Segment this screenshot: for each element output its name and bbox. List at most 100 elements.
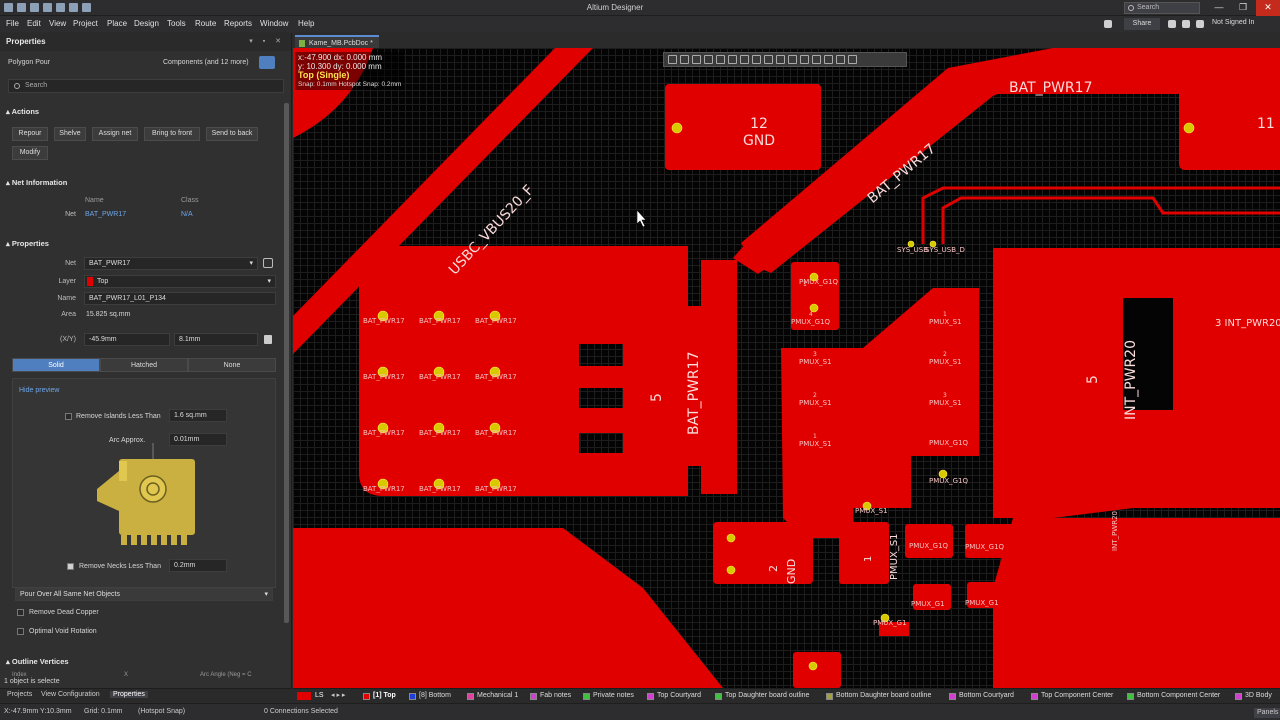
current-layer-swatch[interactable] xyxy=(297,692,311,700)
tab-view-configuration[interactable]: View Configuration xyxy=(38,691,103,698)
bring-to-front-button[interactable]: Bring to front xyxy=(144,127,200,141)
assign-net-button[interactable]: Assign net xyxy=(92,127,138,141)
panel-scrollbar[interactable] xyxy=(284,103,289,623)
menu-project[interactable]: Project xyxy=(73,19,98,28)
filter-icon[interactable] xyxy=(668,55,677,64)
pcb-canvas[interactable]: USBC_VBUS20_F BAT_PWR17 BAT_PWR17 12 GND… xyxy=(293,48,1280,688)
net-picker-icon[interactable] xyxy=(263,258,273,268)
menu-help[interactable]: Help xyxy=(298,19,314,28)
settings-gear-icon[interactable] xyxy=(1168,20,1176,28)
user-sign-in[interactable]: Not Signed In xyxy=(1212,19,1254,26)
menu-place[interactable]: Place xyxy=(107,19,127,28)
tab-projects[interactable]: Projects xyxy=(4,691,35,698)
fill-hatched-button[interactable]: Hatched xyxy=(100,358,188,372)
filter-icon[interactable] xyxy=(259,56,275,69)
dimension-icon[interactable] xyxy=(824,55,833,64)
document-tab-label: Kame_MB.PcbDoc * xyxy=(309,40,373,47)
layer-tab-fab-notes[interactable]: Fab notes xyxy=(530,692,571,700)
pad-number: 1 xyxy=(813,433,817,440)
remove-necks-checkbox[interactable] xyxy=(67,563,74,570)
name-field[interactable]: BAT_PWR17_L01_P134 xyxy=(84,292,276,305)
menu-design[interactable]: Design xyxy=(134,19,159,28)
shelve-button[interactable]: Shelve xyxy=(54,127,86,141)
int-side-label: 3 INT_PWR20 xyxy=(1215,318,1280,329)
repour-button[interactable]: Repour xyxy=(12,127,48,141)
menu-window[interactable]: Window xyxy=(260,19,288,28)
align-icon[interactable] xyxy=(716,55,725,64)
fill-none-button[interactable]: None xyxy=(188,358,276,372)
fill-solid-button[interactable]: Solid xyxy=(12,358,100,372)
line-icon[interactable] xyxy=(848,55,857,64)
layer-set-button[interactable]: LS xyxy=(315,692,324,699)
pmux-g1q-label: PMUX_G1Q xyxy=(965,543,1005,551)
menu-tools[interactable]: Tools xyxy=(167,19,186,28)
fill-icon[interactable] xyxy=(788,55,797,64)
x-field[interactable]: -45.9mm xyxy=(84,333,170,346)
pad-number: 2 xyxy=(813,392,817,399)
layer-tab-top-daughter[interactable]: Top Daughter board outline xyxy=(715,692,809,700)
net-select[interactable]: BAT_PWR17 ▾ xyxy=(84,257,258,270)
diff-pair-icon[interactable] xyxy=(752,55,761,64)
layer-tab-private-notes[interactable]: Private notes xyxy=(583,692,634,700)
document-tab[interactable]: Kame_MB.PcbDoc * xyxy=(295,35,379,48)
net-name-link[interactable]: BAT_PWR17 xyxy=(85,211,126,218)
layer-tab-top[interactable]: [1] Top xyxy=(363,692,396,700)
preferences-icon[interactable] xyxy=(1182,20,1190,28)
close-button[interactable]: ✕ xyxy=(1256,0,1280,16)
y-field[interactable]: 8.1mm xyxy=(174,333,258,346)
menu-view[interactable]: View xyxy=(49,19,66,28)
polygon-icon[interactable] xyxy=(800,55,809,64)
notifications-icon[interactable] xyxy=(1104,20,1112,28)
maximize-button[interactable]: ❐ xyxy=(1232,0,1254,16)
text-icon[interactable] xyxy=(836,55,845,64)
lock-icon[interactable] xyxy=(264,335,272,344)
user-icon[interactable] xyxy=(1196,20,1204,28)
interactive-route-icon[interactable] xyxy=(740,55,749,64)
menu-reports[interactable]: Reports xyxy=(224,19,252,28)
layer-tab-3d-body[interactable]: 3D Body xyxy=(1235,692,1272,700)
layer-tab-bottom-daughter[interactable]: Bottom Daughter board outline xyxy=(826,692,931,700)
layer-tab-bottom-courtyard[interactable]: Bottom Courtyard xyxy=(949,692,1014,700)
select-area-icon[interactable] xyxy=(704,55,713,64)
via-label: BAT_PWR17 xyxy=(475,429,517,437)
menu-file[interactable]: File xyxy=(6,19,19,28)
via-icon[interactable] xyxy=(776,55,785,64)
minimize-button[interactable]: — xyxy=(1208,0,1230,16)
layer-tab-bottom-component-center[interactable]: Bottom Component Center xyxy=(1127,692,1220,700)
net-info-section-title[interactable]: ▴ Net Information xyxy=(6,178,67,187)
layer-swatch xyxy=(409,693,416,700)
send-to-back-button[interactable]: Send to back xyxy=(206,127,258,141)
remove-dead-copper-checkbox[interactable] xyxy=(17,609,24,616)
via-label: BAT_PWR17 xyxy=(475,317,517,325)
layer-tab-top-component-center[interactable]: Top Component Center xyxy=(1031,692,1113,700)
global-search[interactable]: Search xyxy=(1124,2,1200,14)
modify-button[interactable]: Modify xyxy=(12,146,48,160)
chevron-down-icon: ▾ xyxy=(249,260,253,267)
net-class-link[interactable]: N/A xyxy=(181,211,193,218)
layer-select[interactable]: Top ▾ xyxy=(84,275,276,288)
layer-tab-bottom[interactable]: [8] Bottom xyxy=(409,692,451,700)
keepout-icon[interactable] xyxy=(812,55,821,64)
pad-icon[interactable] xyxy=(764,55,773,64)
remove-necks-field[interactable]: 0.2mm xyxy=(169,559,227,572)
layer-nav-arrows[interactable]: ◂ ▸ ▸ xyxy=(331,691,345,699)
share-button[interactable]: Share xyxy=(1124,18,1160,30)
properties-section-title[interactable]: ▴ Properties xyxy=(6,239,49,248)
via-label: BAT_PWR17 xyxy=(419,429,461,437)
optimal-void-checkbox[interactable] xyxy=(17,628,24,635)
menu-edit[interactable]: Edit xyxy=(27,19,41,28)
component-icon[interactable] xyxy=(728,55,737,64)
menu-route[interactable]: Route xyxy=(195,19,216,28)
panel-controls[interactable]: ▾ ▪ ✕ xyxy=(249,37,285,45)
crosshair-icon[interactable] xyxy=(692,55,701,64)
layer-tab-top-courtyard[interactable]: Top Courtyard xyxy=(647,692,701,700)
pour-over-select[interactable]: Pour Over All Same Net Objects ▾ xyxy=(15,588,273,601)
layer-tab-mechanical1[interactable]: Mechanical 1 xyxy=(467,692,518,700)
actions-section-title[interactable]: ▴ Actions xyxy=(6,107,39,116)
outline-vertices-section-title[interactable]: ▴ Outline Vertices xyxy=(6,657,69,666)
status-snap: (Hotspot Snap) xyxy=(138,708,186,715)
route-icon[interactable] xyxy=(680,55,689,64)
panels-button[interactable]: Panels xyxy=(1254,708,1280,718)
tab-properties[interactable]: Properties xyxy=(110,691,148,698)
search-input[interactable]: Search xyxy=(8,79,284,93)
